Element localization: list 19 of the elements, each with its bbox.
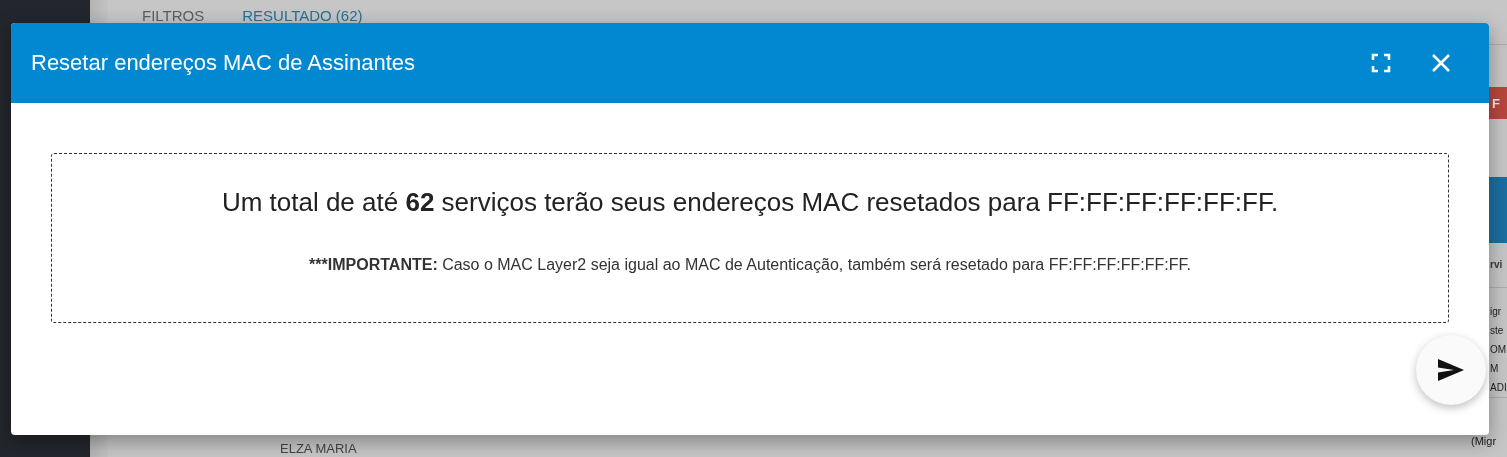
table-cell-text: M <box>1490 362 1499 376</box>
toolbar-band <box>1489 177 1507 243</box>
column-header: rvi <box>1489 258 1504 272</box>
fullscreen-icon <box>1371 53 1391 73</box>
action-button[interactable]: F <box>1489 87 1507 119</box>
table-cell: ELZA MARIA <box>280 441 357 457</box>
send-icon <box>1438 359 1464 381</box>
send-button[interactable] <box>1416 335 1486 405</box>
close-icon <box>1431 53 1451 73</box>
table-cell-text: OM <box>1490 343 1507 357</box>
message-text: Um total de até 62 serviços terão seus endereços MAC resetados para FF:FF:FF:FF:FF:FF. <box>221 187 1279 218</box>
note-text: ***IMPORTANTE: Caso o MAC Layer2 seja igual ao MAC de Autenticação, também será resetado para FF:FF:FF:FF:FF:FF. <box>309 256 1191 274</box>
tab[interactable]: FILTROS <box>138 7 209 26</box>
table-cell-text: ste <box>1490 324 1504 338</box>
dialog-title: Resetar endereços MAC de Assinantes <box>31 50 416 76</box>
table-cell-text: igr <box>1490 305 1502 319</box>
table-cell-text: ADI <box>1490 381 1507 395</box>
table-cell-text: (Migr <box>1471 434 1497 449</box>
tab[interactable]: RESULTADO (62) <box>238 7 367 26</box>
